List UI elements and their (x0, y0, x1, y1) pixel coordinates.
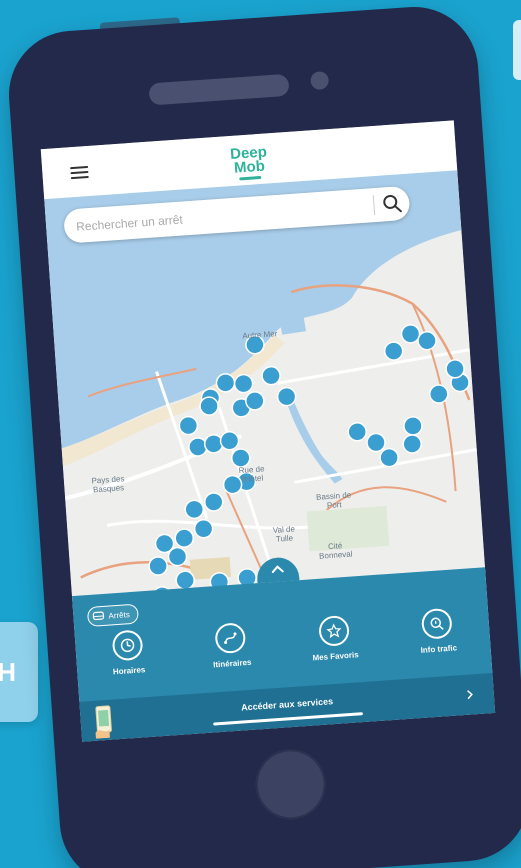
map-label: Cité Bonneval (318, 541, 353, 561)
phone-home-button[interactable] (253, 746, 329, 822)
stops-badge[interactable]: Arrêts (86, 603, 140, 628)
phone-camera (310, 70, 330, 91)
background-tab-right (513, 20, 521, 80)
chevron-right-icon[interactable] (465, 688, 474, 701)
phone-screen: Deep Mob Autre Mer Pays des Basques Bass… (40, 120, 496, 742)
route-icon (214, 622, 247, 655)
phone-speaker (148, 73, 290, 106)
traffic-info-icon (421, 607, 454, 640)
itinerary-action-label: Itinéraires (212, 657, 252, 670)
logo-line-2: Mob (233, 157, 266, 177)
clock-icon (111, 629, 144, 662)
home-indicator (213, 712, 364, 726)
search-divider (372, 195, 376, 216)
background-card-left: H (0, 622, 38, 722)
traffic-info-action[interactable]: Info trafic (391, 606, 484, 657)
traffic-info-action-label: Info trafic (420, 643, 458, 655)
phone-frame: Deep Mob Autre Mer Pays des Basques Bass… (4, 2, 521, 868)
scene: H Deep Mob Autre Mer Pays des Basques Ba… (0, 0, 521, 868)
chevron-up-icon[interactable] (270, 563, 285, 574)
map-label: Pays des Basques (91, 474, 125, 495)
itinerary-action[interactable]: Itinéraires (185, 620, 278, 671)
map-label: Val de Tulle (272, 524, 296, 544)
star-icon (317, 614, 350, 647)
logo-underline (239, 175, 262, 180)
favorites-action-label: Mes Favoris (312, 650, 359, 663)
schedule-action-label: Horaires (112, 665, 146, 677)
map-label: Rue de l'Hôtel (238, 464, 265, 485)
bus-icon (92, 611, 105, 621)
schedule-action[interactable]: Horaires (81, 627, 174, 678)
app-logo: Deep Mob (230, 143, 269, 180)
background-card-text: H (0, 656, 16, 687)
search-icon[interactable] (381, 192, 404, 215)
stops-badge-label: Arrêts (108, 609, 131, 621)
hamburger-menu-icon[interactable] (70, 165, 89, 180)
favorites-action[interactable]: Mes Favoris (288, 613, 381, 664)
bottom-panel: Arrêts Horaires Itinéraires Mes Favoris … (71, 567, 496, 742)
map-label: Bassin de Port (315, 490, 352, 511)
